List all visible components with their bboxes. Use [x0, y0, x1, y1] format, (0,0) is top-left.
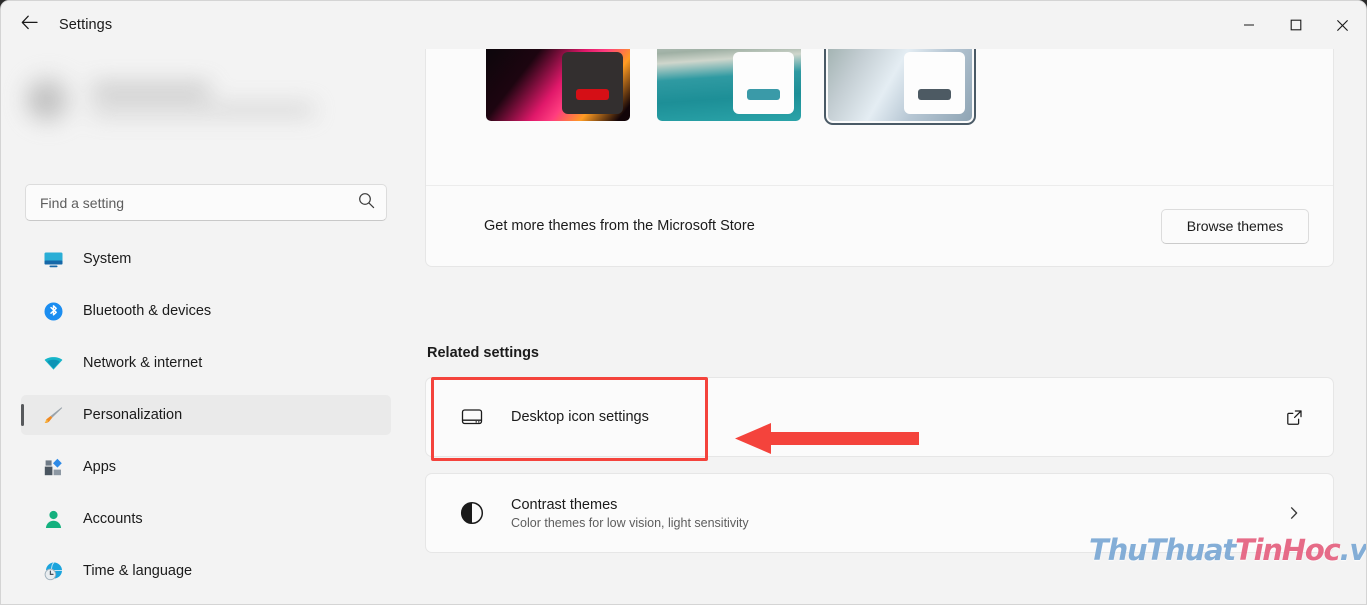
sidebar-item-label: System [83, 251, 132, 267]
row-texts: Contrast themes Color themes for low vis… [511, 497, 1279, 530]
sidebar-item-system[interactable]: System [21, 239, 391, 279]
search-box[interactable] [25, 184, 387, 221]
watermark-part-c: .vn [1339, 533, 1367, 567]
minimize-icon [1243, 24, 1254, 26]
person-icon [42, 508, 64, 530]
themes-card: Get more themes from the Microsoft Store… [425, 49, 1334, 267]
avatar [25, 75, 72, 123]
search-icon[interactable] [358, 192, 375, 214]
contrast-circle-icon [457, 498, 487, 528]
sidebar-nav: System Bluetooth & devices Network & int… [21, 239, 391, 603]
back-arrow-icon [21, 15, 38, 35]
watermark-part-a: ThuThuat [1089, 533, 1236, 567]
theme-preview-window [733, 52, 794, 114]
sidebar-item-apps[interactable]: Apps [21, 447, 391, 487]
row-subtitle: Color themes for low vision, light sensi… [511, 515, 749, 530]
maximize-icon [1290, 19, 1301, 31]
search-input[interactable] [40, 194, 358, 211]
minimize-button[interactable] [1225, 1, 1272, 49]
close-button[interactable] [1319, 1, 1366, 49]
store-row: Get more themes from the Microsoft Store… [426, 185, 1333, 266]
row-title: Contrast themes [511, 496, 618, 513]
store-row-label: Get more themes from the Microsoft Store [484, 218, 755, 234]
sidebar-item-label: Accounts [83, 511, 143, 527]
watermark: ThuThuatTinHoc.vn [1089, 533, 1367, 567]
apps-icon [42, 456, 64, 478]
desktop-icon-settings-row[interactable]: Desktop icon settings [425, 377, 1334, 457]
browse-themes-button[interactable]: Browse themes [1161, 208, 1309, 244]
sidebar-item-bluetooth-devices[interactable]: Bluetooth & devices [21, 291, 391, 331]
theme-thumbnail-3[interactable] [824, 49, 976, 125]
sidebar-item-label: Bluetooth & devices [83, 303, 212, 319]
main-content: Personalization › Themes [407, 49, 1366, 604]
sidebar-item-label: Time & language [83, 563, 193, 579]
profile-text [92, 82, 314, 116]
paintbrush-icon [42, 404, 64, 426]
sidebar-item-accounts[interactable]: Accounts [21, 499, 391, 539]
sidebar-item-label: Personalization [83, 407, 183, 423]
theme-preview-window [562, 52, 623, 114]
theme-thumbnail-grid [486, 49, 976, 125]
desktop-monitor-icon [457, 402, 487, 432]
related-settings-heading: Related settings [427, 345, 539, 361]
profile-email-redacted [92, 103, 314, 116]
monitor-icon [42, 248, 64, 270]
theme-thumbnail-1[interactable] [486, 49, 630, 121]
watermark-part-b: TinHoc [1234, 533, 1341, 567]
sidebar-item-personalization[interactable]: Personalization [21, 395, 391, 435]
chevron-right-icon[interactable] [1279, 498, 1309, 528]
globe-clock-icon [42, 560, 64, 582]
sidebar-item-network-internet[interactable]: Network & internet [21, 343, 391, 383]
settings-window: Settings Find a setting System Bluetooth… [0, 0, 1367, 605]
back-button[interactable] [12, 8, 46, 42]
maximize-button[interactable] [1272, 1, 1319, 49]
sidebar-item-time-language[interactable]: Time & language [21, 551, 391, 591]
profile-name-redacted [92, 82, 210, 97]
theme-accent-bar [747, 89, 780, 100]
bluetooth-icon [42, 300, 64, 322]
close-icon [1336, 19, 1349, 31]
row-texts: Desktop icon settings [511, 408, 1279, 426]
sidebar-item-label: Network & internet [83, 355, 203, 371]
theme-accent-bar [918, 89, 951, 100]
window-controls [1225, 1, 1366, 49]
user-profile[interactable] [25, 66, 365, 132]
sidebar-item-label: Apps [83, 459, 117, 475]
title-bar: Settings [1, 1, 1366, 49]
external-link-icon[interactable] [1279, 402, 1309, 432]
sidebar: System Bluetooth & devices [1, 49, 407, 604]
theme-accent-bar [576, 89, 609, 100]
wifi-icon [42, 352, 64, 374]
theme-thumbnail-2[interactable] [657, 49, 801, 121]
row-title: Desktop icon settings [511, 409, 649, 425]
theme-preview-window [904, 52, 965, 114]
app-title: Settings [59, 17, 113, 33]
